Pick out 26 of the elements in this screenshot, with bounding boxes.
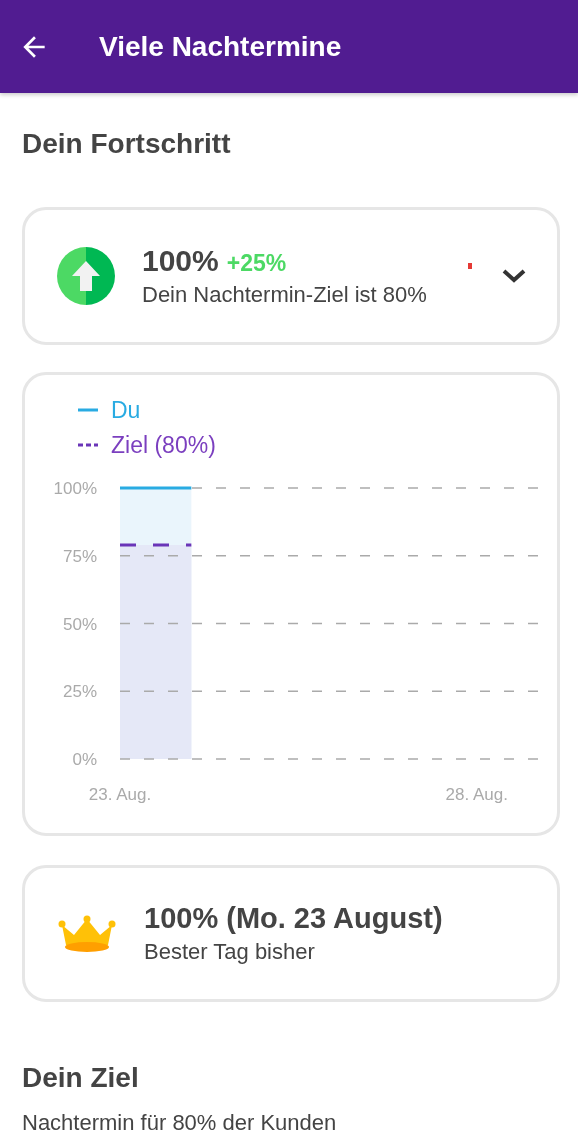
legend-item: Ziel (80%) <box>78 432 216 458</box>
goal-subtitle: Dein Nachtermin-Ziel ist 80% <box>142 282 428 308</box>
up-arrow-icon <box>57 247 115 305</box>
progress-line <box>120 486 192 490</box>
axis-label: 25% <box>62 682 97 702</box>
legend-item: Du <box>78 397 141 423</box>
section-heading: Dein Ziel <box>21 1062 140 1094</box>
change-value: +25% <box>226 250 287 277</box>
axis-label: 100% <box>53 479 97 498</box>
axis-label: 75% <box>62 546 97 566</box>
legend-label: Du <box>111 397 141 423</box>
best-day-label: Bester Tag bisher <box>144 939 316 965</box>
screen-title: Viele Nachtermine <box>99 30 342 63</box>
axis-label: 50% <box>62 614 97 634</box>
progress-value: 100% <box>142 244 219 278</box>
goal-line <box>120 543 192 547</box>
chevron-icon[interactable] <box>501 268 527 284</box>
axis-label: 0% <box>72 750 97 769</box>
crown-icon <box>58 914 116 953</box>
section-heading: Dein Fortschritt <box>21 128 232 160</box>
summary-card[interactable]: 100% +25% Dein Nachtermin-Ziel ist 80% <box>22 207 560 345</box>
axis-label: 23. Aug. <box>88 785 152 804</box>
axis-label: 28. Aug. <box>445 785 508 804</box>
goal-text: Nachtermin für 80% der Kunden <box>22 1110 338 1131</box>
best-day-value: 100% (Mo. 23 August) <box>144 902 444 935</box>
legend-label: Ziel (80%) <box>111 432 216 458</box>
